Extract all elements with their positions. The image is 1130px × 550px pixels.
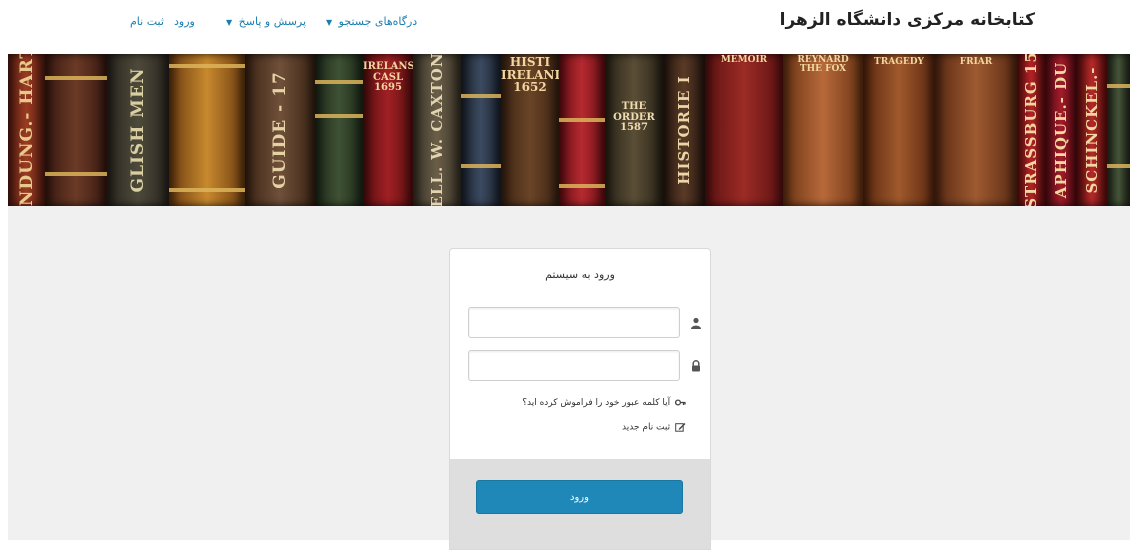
nav-qa-label: پرسش و پاسخ: [238, 15, 307, 28]
login-button[interactable]: ورود: [476, 480, 683, 514]
site-title[interactable]: کتابخانه مرکزی دانشگاه الزهرا: [780, 10, 1035, 30]
book-spine: [45, 54, 107, 206]
nav-register-label: ثبت نام: [130, 15, 164, 28]
register-new-link[interactable]: ثبت نام جدید: [622, 422, 686, 433]
book-spine: MEMOIR: [705, 54, 783, 206]
book-label: REYNARD THE FOX: [797, 55, 849, 75]
username-input[interactable]: [468, 307, 680, 338]
books-banner: INDUNG.- HART GLISH MEN GUIDE - 17 IRELA…: [8, 54, 1130, 206]
book-spine: [1107, 54, 1130, 206]
spine-text: STRASSBURG 15: [1022, 54, 1040, 206]
login-card-footer: ورود: [450, 459, 710, 549]
nav-register[interactable]: ثبت نام: [130, 15, 164, 28]
login-card: ورود به سیستم آیا کلمه عبور خود را فرامو…: [449, 248, 711, 550]
login-title: ورود به سیستم: [545, 268, 615, 281]
book-spine: SCHINCKEL.-: [1077, 54, 1107, 206]
spine-text: GUIDE - 17: [270, 71, 290, 189]
nav-login[interactable]: ورود: [174, 15, 195, 28]
book-spine: REYNARD THE FOX: [783, 54, 863, 206]
book-spine: [559, 54, 605, 206]
book-spine: STRASSBURG 15: [1017, 54, 1045, 206]
register-new-label: ثبت نام جدید: [622, 422, 671, 433]
nav-qa-dropdown[interactable]: پرسش و پاسخ ▼: [226, 15, 306, 28]
book-spine: INDUNG.- HART: [8, 54, 45, 206]
book-spine: ELL. W. CAXTON: [413, 54, 461, 206]
book-label: FRIAR: [959, 57, 993, 67]
spine-text: GLISH MEN: [128, 67, 148, 193]
book-spine: THE ORDER 1587: [605, 54, 663, 206]
lock-icon: [692, 360, 700, 372]
main-content: ورود به سیستم آیا کلمه عبور خود را فرامو…: [8, 206, 1130, 550]
book-spine: TRAGEDY: [863, 54, 935, 206]
book-label: THE ORDER 1587: [613, 101, 655, 133]
book-spine: [169, 54, 245, 206]
book-spine: HISTI IRELANI 1652: [501, 54, 559, 206]
nav-search-portals-label: درگاه‌های جستجو: [338, 15, 418, 28]
spine-text: INDUNG.- HART: [16, 54, 37, 206]
edit-icon: [675, 423, 686, 432]
forgot-password-link[interactable]: آیا کلمه عبور خود را فراموش کرده اید؟: [522, 398, 686, 408]
user-icon: [691, 317, 701, 329]
book-label: IRELANS CASL 1695: [363, 61, 413, 93]
book-spine: FRIAR: [935, 54, 1017, 206]
book-spine: HISTORIE I: [663, 54, 705, 206]
top-navbar: کتابخانه مرکزی دانشگاه الزهرا ثبت نام ور…: [0, 0, 1130, 54]
book-spine: APHIQUE.- DU: [1045, 54, 1077, 206]
spine-text: SCHINCKEL.-: [1083, 66, 1101, 194]
chevron-down-icon: ▼: [326, 18, 333, 27]
book-spine: GLISH MEN: [107, 54, 169, 206]
book-label: HISTI IRELANI 1652: [501, 55, 559, 95]
spine-text: HISTORIE I: [675, 75, 693, 185]
book-spine: [461, 54, 501, 206]
password-input[interactable]: [468, 350, 680, 381]
book-label: TRAGEDY: [874, 57, 924, 67]
book-spine: [315, 54, 363, 206]
nav-search-portals-dropdown[interactable]: درگاه‌های جستجو ▼: [326, 15, 417, 28]
chevron-down-icon: ▼: [226, 18, 233, 27]
forgot-password-label: آیا کلمه عبور خود را فراموش کرده اید؟: [522, 398, 671, 408]
spine-text: APHIQUE.- DU: [1052, 61, 1070, 199]
spine-text: ELL. W. CAXTON: [428, 54, 446, 206]
book-label: MEMOIR: [720, 55, 768, 65]
book-spine: IRELANS CASL 1695: [363, 54, 413, 206]
nav-login-label: ورود: [174, 15, 195, 28]
book-spine: GUIDE - 17: [245, 54, 315, 206]
key-icon: [674, 399, 686, 406]
